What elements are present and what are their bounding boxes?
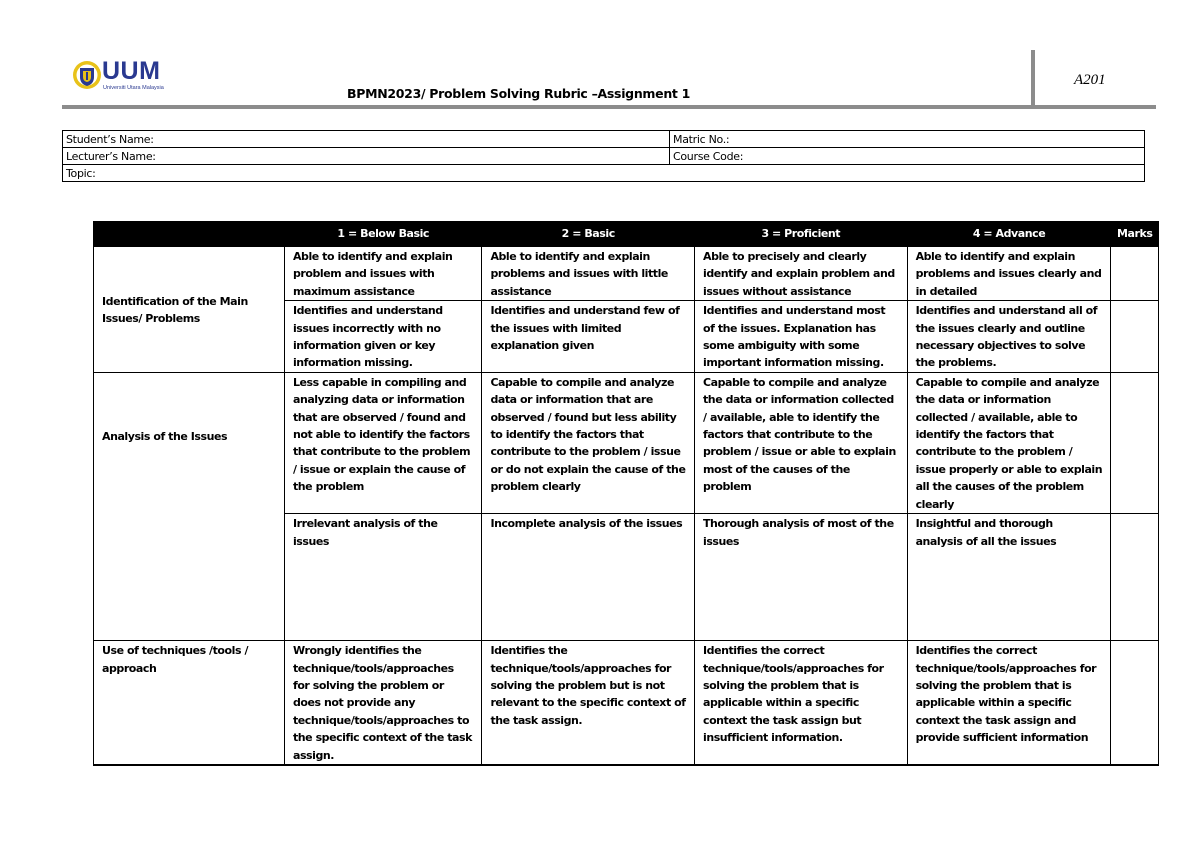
descriptor-cell: Identifies and understand most of the is…: [694, 300, 908, 373]
topic-label: Topic:: [66, 166, 96, 180]
criterion-analysis: Analysis of the Issues: [93, 371, 285, 642]
rubric-header-row: 1 = Below Basic 2 = Basic 3 = Proficient…: [93, 221, 1159, 247]
level-2-header: 2 = Basic: [481, 221, 695, 247]
table-row: Analysis of the Issues Less capable in c…: [93, 371, 1159, 642]
descriptor-cell: Wrongly identifies the technique/tools/a…: [283, 640, 483, 766]
rubric-table: 1 = Below Basic 2 = Basic 3 = Proficient…: [93, 221, 1159, 766]
descriptor-cell: Able to identify and explain problems an…: [906, 245, 1112, 302]
descriptor-cell: Incomplete analysis of the issues: [481, 513, 695, 642]
matric-no-label: Matric No.:: [673, 132, 730, 146]
lecturer-name-label: Lecturer’s Name:: [66, 149, 156, 163]
student-info-table: Student’s Name: Matric No.: Lecturer’s N…: [62, 130, 1145, 182]
criteria-header: [93, 221, 285, 247]
marks-input-cell[interactable]: [1110, 513, 1159, 642]
marks-input-cell[interactable]: [1110, 300, 1159, 373]
level-4-header: 4 = Advance: [906, 221, 1112, 247]
header-divider-vertical: [1031, 50, 1035, 107]
descriptor-cell: Irrelevant analysis of the issues: [283, 513, 483, 642]
uum-logo: UUM Universiti Utara Malaysia: [72, 57, 172, 93]
table-row: Identification of the Main Issues/ Probl…: [93, 245, 1159, 373]
lecturer-name-field[interactable]: Lecturer’s Name:: [62, 147, 670, 165]
header-divider: [62, 105, 1156, 109]
document-title: BPMN2023/ Problem Solving Rubric –Assign…: [347, 86, 691, 101]
marks-input-cell[interactable]: [1110, 245, 1159, 302]
descriptor-cell: Identifies the correct technique/tools/a…: [694, 640, 908, 766]
logo-subtitle: Universiti Utara Malaysia: [103, 85, 164, 91]
descriptor-cell: Able to precisely and clearly identify a…: [694, 245, 908, 302]
descriptor-cell: Able to identify and explain problems an…: [481, 245, 695, 302]
descriptor-cell: Identifies and understand issues incorre…: [283, 300, 483, 373]
descriptor-cell: Identifies and understand few of the iss…: [481, 300, 695, 373]
topic-field[interactable]: Topic:: [62, 164, 1145, 182]
criterion-identification: Identification of the Main Issues/ Probl…: [93, 246, 285, 373]
descriptor-cell: Identifies and understand all of the iss…: [906, 300, 1112, 373]
descriptor-cell: Insightful and thorough analysis of all …: [906, 513, 1112, 642]
course-code-label: Course Code:: [673, 149, 744, 163]
descriptor-cell: Identifies the correct technique/tools/a…: [906, 640, 1112, 766]
descriptor-cell: Thorough analysis of most of the issues: [694, 513, 908, 642]
marks-input-cell[interactable]: [1110, 371, 1159, 515]
student-name-field[interactable]: Student’s Name:: [62, 130, 670, 148]
level-3-header: 3 = Proficient: [694, 221, 908, 247]
descriptor-cell: Less capable in compiling and analyzing …: [283, 371, 483, 515]
criterion-techniques: Use of techniques /tools / approach: [93, 640, 285, 766]
marks-header: Marks: [1110, 221, 1159, 247]
course-code-field[interactable]: Course Code:: [669, 147, 1145, 165]
student-name-label: Student’s Name:: [66, 132, 154, 146]
descriptor-cell: Capable to compile and analyze the data …: [906, 371, 1112, 515]
document-code: A201: [1074, 72, 1106, 88]
descriptor-cell: Identifies the technique/tools/approache…: [481, 640, 695, 766]
descriptor-cell: Able to identify and explain problem and…: [283, 245, 483, 302]
matric-no-field[interactable]: Matric No.:: [669, 130, 1145, 148]
level-1-header: 1 = Below Basic: [283, 221, 483, 247]
descriptor-cell: Capable to compile and analyze data or i…: [481, 371, 695, 515]
descriptor-cell: Capable to compile and analyze the data …: [694, 371, 908, 515]
table-row: Use of techniques /tools / approach Wron…: [93, 640, 1159, 766]
university-crest-icon: [73, 61, 101, 89]
marks-input-cell[interactable]: [1110, 640, 1159, 766]
logo-text: UUM: [102, 57, 161, 85]
